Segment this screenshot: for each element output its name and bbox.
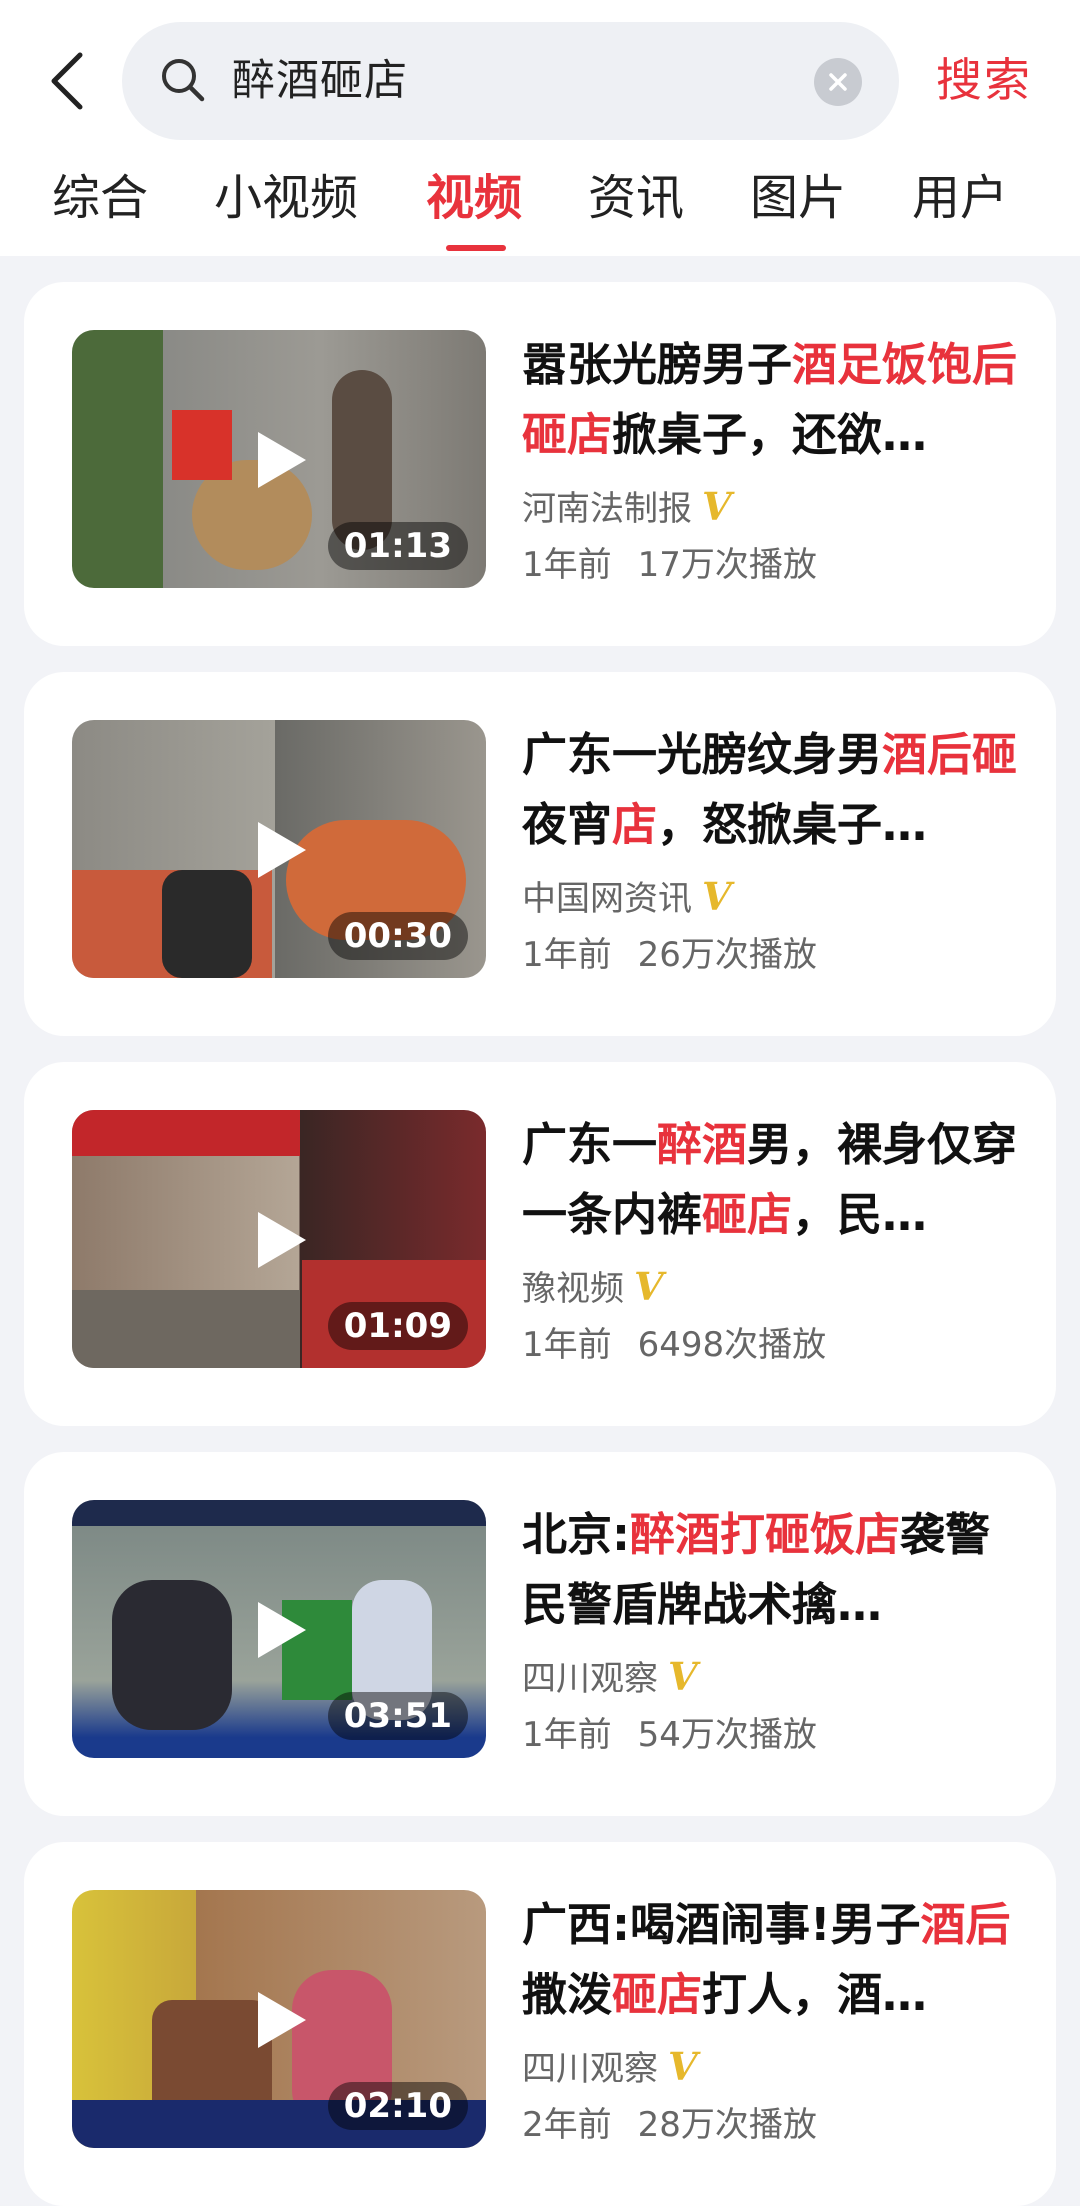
thumbnail-scene: [112, 1580, 232, 1730]
video-result-card[interactable]: 03:51 北京:醉酒打砸饭店袭警 民警盾牌战术擒… 四川观察 V 1年前 54万次…: [24, 1452, 1056, 1816]
video-thumbnail[interactable]: 00:30: [72, 720, 486, 978]
play-icon: [258, 1602, 306, 1658]
video-title[interactable]: 广东一光膀纹身男酒后砸夜宵店，怒掀桌子…: [522, 720, 1032, 880]
video-source[interactable]: 四川观察 V: [522, 2042, 697, 2094]
category-tabs: 综合 小视频 视频 资讯 图片 用户: [0, 165, 1080, 251]
view-count: 54万次播放: [637, 1715, 817, 1755]
clear-search-button[interactable]: [814, 58, 862, 106]
search-header: 醉酒砸店 搜索 综合 小视频 视频 资讯 图片 用户: [0, 0, 1080, 256]
video-result-card[interactable]: 00:30 广东一光膀纹身男酒后砸夜宵店，怒掀桌子… 中国网资讯 V 1年前 26万…: [24, 672, 1056, 1036]
search-input[interactable]: 醉酒砸店: [122, 22, 899, 140]
video-source[interactable]: 四川观察 V: [522, 1652, 697, 1704]
tab-all[interactable]: 综合: [52, 165, 148, 231]
title-highlight: 砸店: [702, 1188, 793, 1241]
play-icon: [258, 822, 306, 878]
tab-short-video[interactable]: 小视频: [214, 165, 358, 231]
verified-icon: V: [634, 1264, 664, 1309]
title-text: 撒泼: [522, 1968, 613, 2021]
video-source[interactable]: 豫视频 V: [522, 1262, 663, 1314]
title-text: ，怒掀桌子…: [657, 798, 928, 851]
search-icon: [162, 59, 205, 102]
video-title[interactable]: 北京:醉酒打砸饭店袭警 民警盾牌战术擒…: [522, 1500, 1032, 1660]
video-thumbnail[interactable]: 02:10: [72, 1890, 486, 2148]
title-highlight: 酒后: [920, 1898, 1011, 1951]
video-duration: 01:13: [327, 522, 468, 570]
video-duration: 01:09: [327, 1302, 468, 1350]
publish-time: 1年前: [522, 545, 612, 585]
play-icon: [258, 1212, 306, 1268]
video-title[interactable]: 广东一醉酒男，裸身仅穿一条内裤砸店，民…: [522, 1110, 1032, 1270]
tab-video[interactable]: 视频: [426, 165, 522, 231]
video-thumbnail[interactable]: 01:13: [72, 330, 486, 588]
view-count: 17万次播放: [637, 545, 817, 585]
publish-time: 1年前: [522, 1715, 612, 1755]
verified-icon: V: [668, 1654, 698, 1699]
title-text: 北京:: [522, 1508, 630, 1561]
title-highlight: 砸店: [612, 1968, 703, 2021]
thumbnail-scene: [72, 1110, 300, 1156]
tab-users[interactable]: 用户: [912, 165, 1008, 231]
tab-news[interactable]: 资讯: [588, 165, 684, 231]
title-highlight: 醉酒打砸饭店: [630, 1508, 901, 1561]
view-count: 6498次播放: [637, 1325, 827, 1365]
title-text: 广东一: [522, 1118, 658, 1171]
title-highlight: 醉酒: [657, 1118, 748, 1171]
source-name: 四川观察: [522, 2049, 658, 2089]
source-name: 河南法制报: [522, 489, 692, 529]
video-thumbnail[interactable]: 01:09: [72, 1110, 486, 1368]
title-text: ，民…: [792, 1188, 928, 1241]
title-text: 广东一光膀纹身男: [522, 728, 883, 781]
title-text: 夜宵: [522, 798, 613, 851]
title-highlight: 酒后砸: [882, 728, 1018, 781]
video-thumbnail[interactable]: 03:51: [72, 1500, 486, 1758]
search-button[interactable]: 搜索: [936, 48, 1032, 112]
video-result-card[interactable]: 02:10 广西:喝酒闹事!男子酒后撒泼砸店打人，酒… 四川观察 V 2年前 28万…: [24, 1842, 1056, 2206]
video-source[interactable]: 中国网资讯 V: [522, 872, 731, 924]
view-count: 28万次播放: [637, 2105, 817, 2145]
video-title[interactable]: 嚣张光膀男子酒足饭饱后砸店掀桌子，还欲…: [522, 330, 1032, 490]
verified-icon: V: [702, 874, 732, 919]
title-text: 打人，酒…: [702, 1968, 928, 2021]
source-name: 中国网资讯: [522, 879, 692, 919]
video-title[interactable]: 广西:喝酒闹事!男子酒后撒泼砸店打人，酒…: [522, 1890, 1032, 2050]
video-duration: 02:10: [327, 2082, 468, 2130]
verified-icon: V: [702, 484, 732, 529]
verified-icon: V: [668, 2044, 698, 2089]
source-name: 四川观察: [522, 1659, 658, 1699]
video-duration: 00:30: [327, 912, 468, 960]
video-result-card[interactable]: 01:13 嚣张光膀男子酒足饭饱后砸店掀桌子，还欲… 河南法制报 V 1年前 17万…: [24, 282, 1056, 646]
tab-images[interactable]: 图片: [750, 165, 846, 231]
title-highlight: 店: [612, 798, 658, 851]
video-source[interactable]: 河南法制报 V: [522, 482, 731, 534]
video-meta: 2年前 28万次播放: [522, 2100, 817, 2150]
video-meta: 1年前 26万次播放: [522, 930, 817, 980]
video-result-card[interactable]: 01:09 广东一醉酒男，裸身仅穿一条内裤砸店，民… 豫视频 V 1年前 6498次…: [24, 1062, 1056, 1426]
title-text: 嚣张光膀男子: [522, 338, 793, 391]
publish-time: 2年前: [522, 2105, 612, 2145]
chevron-left-icon: [51, 52, 83, 110]
search-query-text[interactable]: 醉酒砸店: [232, 52, 408, 110]
video-duration: 03:51: [327, 1692, 468, 1740]
source-name: 豫视频: [522, 1269, 624, 1309]
active-tab-indicator: [446, 245, 506, 251]
video-meta: 1年前 17万次播放: [522, 540, 817, 590]
thumbnail-scene: [172, 410, 232, 480]
view-count: 26万次播放: [637, 935, 817, 975]
title-text: 掀桌子，还欲…: [612, 408, 928, 461]
play-icon: [258, 432, 306, 488]
play-icon: [258, 1992, 306, 2048]
publish-time: 1年前: [522, 935, 612, 975]
video-meta: 1年前 6498次播放: [522, 1320, 826, 1370]
title-text: 广西:喝酒闹事!男子: [522, 1898, 921, 1951]
back-button[interactable]: [38, 48, 98, 114]
video-meta: 1年前 54万次播放: [522, 1710, 817, 1760]
close-icon: [829, 73, 847, 91]
thumbnail-scene: [162, 870, 252, 978]
thumbnail-scene: [72, 1290, 300, 1368]
publish-time: 1年前: [522, 1325, 612, 1365]
